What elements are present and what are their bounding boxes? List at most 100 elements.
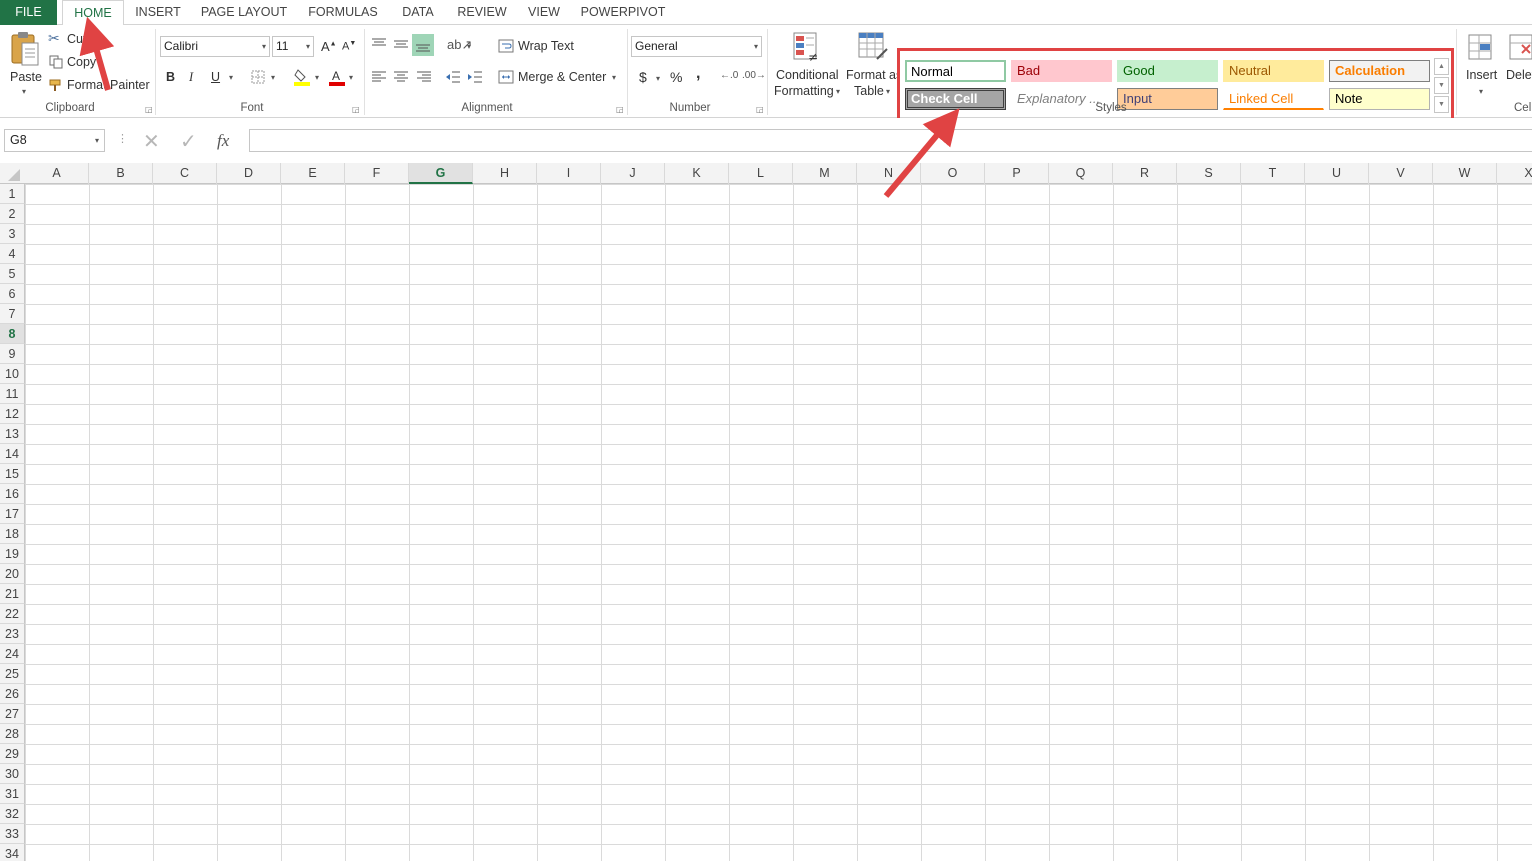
tab-powerpivot[interactable]: POWERPIVOT [578, 0, 668, 25]
row-header-22[interactable]: 22 [0, 604, 25, 624]
column-header-w[interactable]: W [1433, 163, 1497, 184]
insert-cells-button[interactable]: Insert ▾ [1462, 29, 1502, 99]
style-check-cell[interactable]: Check Cell [905, 88, 1006, 110]
column-header-h[interactable]: H [473, 163, 537, 184]
tab-file[interactable]: FILE [0, 0, 57, 25]
number-format-select[interactable]: General ▾ [631, 36, 762, 57]
row-header-29[interactable]: 29 [0, 744, 25, 764]
confirm-entry-icon[interactable]: ✓ [180, 129, 197, 154]
column-header-m[interactable]: M [793, 163, 857, 184]
tab-data[interactable]: DATA [392, 0, 444, 25]
insert-function-icon[interactable]: fx [217, 131, 229, 151]
chevron-down-icon[interactable]: ▾ [315, 73, 319, 82]
style-calculation[interactable]: Calculation [1329, 60, 1430, 82]
column-header-r[interactable]: R [1113, 163, 1177, 184]
row-header-4[interactable]: 4 [0, 244, 25, 264]
style-normal[interactable]: Normal [905, 60, 1006, 82]
row-header-18[interactable]: 18 [0, 524, 25, 544]
gallery-more-icon[interactable]: ▼ [1434, 96, 1449, 113]
column-header-k[interactable]: K [665, 163, 729, 184]
chevron-down-icon[interactable]: ▾ [349, 73, 353, 82]
tab-insert[interactable]: INSERT [128, 0, 188, 25]
grow-font-icon[interactable]: A▲ [321, 39, 337, 54]
row-header-33[interactable]: 33 [0, 824, 25, 844]
chevron-down-icon[interactable]: ▾ [229, 73, 233, 82]
align-left-icon[interactable] [371, 71, 387, 83]
row-header-23[interactable]: 23 [0, 624, 25, 644]
row-header-27[interactable]: 27 [0, 704, 25, 724]
font-launcher-icon[interactable]: ◲ [352, 105, 360, 114]
conditional-formatting-button[interactable]: ≠ Conditional Formatting ▾ [772, 29, 842, 99]
row-header-31[interactable]: 31 [0, 784, 25, 804]
font-color-icon[interactable]: A [329, 68, 345, 86]
row-header-21[interactable]: 21 [0, 584, 25, 604]
gallery-scroll-up-icon[interactable]: ▲ [1434, 58, 1449, 75]
comma-style-button[interactable]: , [696, 65, 700, 83]
row-header-9[interactable]: 9 [0, 344, 25, 364]
style-linked-cell[interactable]: Linked Cell [1223, 88, 1324, 110]
style-note[interactable]: Note [1329, 88, 1430, 110]
row-header-17[interactable]: 17 [0, 504, 25, 524]
row-header-32[interactable]: 32 [0, 804, 25, 824]
column-header-c[interactable]: C [153, 163, 217, 184]
column-header-v[interactable]: V [1369, 163, 1433, 184]
row-header-24[interactable]: 24 [0, 644, 25, 664]
chevron-down-icon[interactable]: ▾ [656, 74, 660, 83]
tab-page-layout[interactable]: PAGE LAYOUT [196, 0, 292, 25]
column-header-g[interactable]: G [409, 163, 473, 184]
row-header-19[interactable]: 19 [0, 544, 25, 564]
column-header-i[interactable]: I [537, 163, 601, 184]
tab-view[interactable]: VIEW [520, 0, 568, 25]
decrease-decimal-icon[interactable]: .00→ [742, 70, 766, 81]
tab-home[interactable]: HOME [62, 0, 124, 26]
column-header-x[interactable]: X [1497, 163, 1532, 184]
chevron-down-icon[interactable]: ▾ [271, 73, 275, 82]
chevron-down-icon[interactable]: ▾ [467, 42, 471, 51]
column-header-o[interactable]: O [921, 163, 985, 184]
column-header-l[interactable]: L [729, 163, 793, 184]
alignment-launcher-icon[interactable]: ◲ [616, 105, 624, 114]
increase-indent-icon[interactable] [467, 71, 483, 83]
bold-button[interactable]: B [166, 70, 175, 84]
row-header-1[interactable]: 1 [0, 184, 25, 204]
row-header-26[interactable]: 26 [0, 684, 25, 704]
clipboard-launcher-icon[interactable]: ◲ [145, 105, 153, 114]
row-header-16[interactable]: 16 [0, 484, 25, 504]
tab-review[interactable]: REVIEW [452, 0, 512, 25]
fill-color-icon[interactable] [294, 68, 310, 86]
align-right-icon[interactable] [416, 71, 432, 83]
style-good[interactable]: Good [1117, 60, 1218, 82]
align-center-icon[interactable] [393, 71, 409, 83]
column-header-t[interactable]: T [1241, 163, 1305, 184]
paste-button[interactable]: Paste ▾ [6, 29, 44, 96]
cut-button[interactable]: ✂ Cut [48, 30, 108, 48]
number-launcher-icon[interactable]: ◲ [756, 105, 764, 114]
column-header-q[interactable]: Q [1049, 163, 1113, 184]
merge-center-button[interactable]: Merge & Center ▾ [498, 68, 623, 86]
wrap-text-button[interactable]: Wrap Text [498, 37, 588, 55]
align-middle-icon[interactable] [393, 37, 409, 51]
percent-button[interactable]: % [670, 69, 682, 85]
shrink-font-icon[interactable]: A▼ [342, 40, 356, 53]
row-header-7[interactable]: 7 [0, 304, 25, 324]
select-all-icon[interactable] [6, 169, 20, 181]
row-header-5[interactable]: 5 [0, 264, 25, 284]
column-header-d[interactable]: D [217, 163, 281, 184]
gallery-scroll-down-icon[interactable]: ▼ [1434, 77, 1449, 94]
borders-icon[interactable] [251, 70, 265, 84]
row-header-28[interactable]: 28 [0, 724, 25, 744]
column-header-f[interactable]: F [345, 163, 409, 184]
delete-cells-button[interactable]: Delete [1504, 29, 1532, 99]
align-bottom-button[interactable] [412, 34, 434, 56]
column-header-p[interactable]: P [985, 163, 1049, 184]
currency-button[interactable]: $ [639, 69, 647, 85]
format-painter-button[interactable]: Format Painter [48, 76, 150, 94]
row-header-13[interactable]: 13 [0, 424, 25, 444]
column-header-j[interactable]: J [601, 163, 665, 184]
style-bad[interactable]: Bad [1011, 60, 1112, 82]
tab-formulas[interactable]: FORMULAS [302, 0, 384, 25]
row-header-25[interactable]: 25 [0, 664, 25, 684]
font-name-select[interactable]: Calibri ▾ [160, 36, 270, 57]
underline-button[interactable]: U [211, 70, 220, 84]
row-header-8[interactable]: 8 [0, 324, 25, 344]
